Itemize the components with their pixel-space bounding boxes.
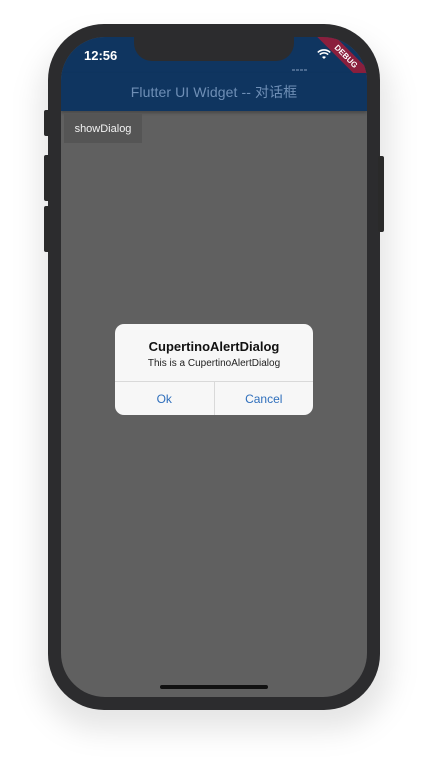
- volume-down-button: [44, 206, 50, 252]
- signal-icon: [292, 53, 310, 71]
- wifi-icon: [317, 49, 331, 59]
- notch: [134, 37, 294, 61]
- dialog-actions: Ok Cancel: [115, 381, 313, 415]
- silent-switch: [44, 110, 50, 136]
- dialog-title: CupertinoAlertDialog: [148, 339, 280, 354]
- status-time: 12:56: [84, 48, 118, 63]
- dialog-content: This is a CupertinoAlertDialog: [147, 358, 281, 369]
- cancel-button[interactable]: Cancel: [213, 382, 314, 415]
- show-dialog-button[interactable]: showDialog: [64, 114, 142, 143]
- phone-screen: 12:56 DEBUG Flutter UI Widget -- 对话框 sho…: [61, 37, 367, 697]
- home-indicator: [160, 685, 268, 689]
- app-bar-title: Flutter UI Widget -- 对话框: [130, 84, 298, 100]
- cupertino-alert-dialog: CupertinoAlertDialog This is a Cupertino…: [115, 324, 313, 415]
- app-bar: Flutter UI Widget -- 对话框: [61, 73, 367, 111]
- power-button: [378, 156, 384, 232]
- ok-button[interactable]: Ok: [115, 382, 214, 415]
- volume-up-button: [44, 155, 50, 201]
